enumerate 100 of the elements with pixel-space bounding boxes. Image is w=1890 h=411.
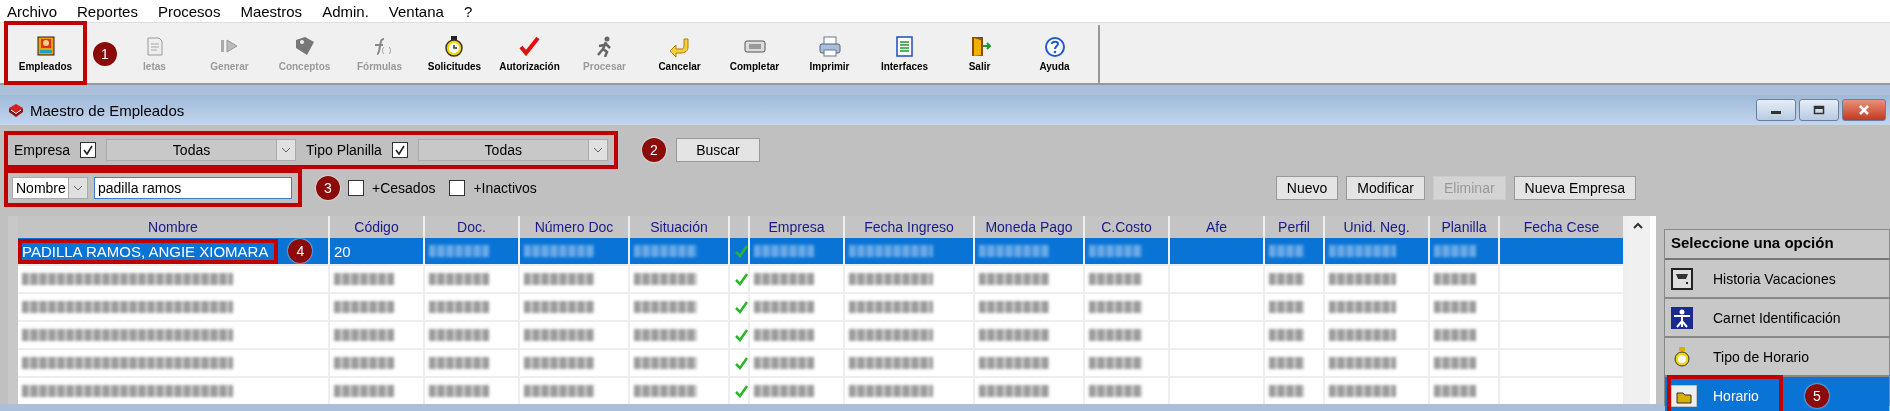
blurred-text — [1329, 301, 1396, 314]
blurred-text — [524, 273, 594, 286]
checkmark-icon — [734, 272, 748, 287]
blurred-text — [334, 301, 394, 314]
checkmark-icon — [734, 244, 748, 259]
blurred-text — [979, 357, 1049, 370]
blurred-text — [524, 245, 594, 258]
row-selection[interactable] — [18, 294, 330, 323]
checkbox[interactable] — [348, 180, 364, 197]
blurred-text — [1329, 357, 1396, 370]
row-selection[interactable] — [18, 378, 330, 404]
blurred-text — [334, 273, 394, 286]
scroll-up-icon[interactable] — [1631, 222, 1644, 231]
toolbar-button[interactable]: Solicitudes — [417, 25, 492, 81]
blurred-text — [429, 329, 489, 342]
blurred-text — [1434, 357, 1476, 370]
column-header[interactable]: Número Doc — [520, 216, 630, 239]
blurred-text — [429, 357, 489, 370]
toolbar-button[interactable]: Empleados — [8, 25, 83, 81]
checkbox-label: +Inactivos — [473, 180, 537, 197]
dropdown[interactable]: Todas — [106, 138, 297, 161]
toolbar-button[interactable]: Cancelar — [642, 25, 717, 81]
search-button[interactable]: Buscar — [676, 137, 760, 162]
blurred-text — [634, 245, 697, 258]
column-header[interactable]: Moneda Pago — [975, 216, 1085, 239]
toolbar-button[interactable]: Autorización — [492, 25, 567, 81]
column-header[interactable]: Fecha Ingreso — [845, 216, 975, 239]
blurred-text — [1329, 329, 1396, 342]
column-header[interactable]: Afe — [1170, 216, 1265, 239]
checkbox[interactable] — [80, 141, 97, 158]
column-header[interactable]: Planilla — [1430, 216, 1500, 239]
checkmark-icon — [517, 34, 542, 57]
close-icon — [1858, 105, 1870, 115]
blurred-text — [1089, 301, 1142, 314]
menu-item[interactable]: ? — [462, 2, 474, 20]
restore-button[interactable] — [1799, 99, 1839, 121]
blurred-text — [1269, 273, 1304, 286]
minimize-button[interactable] — [1756, 99, 1796, 121]
blurred-text — [754, 329, 814, 342]
checkbox[interactable] — [449, 180, 466, 197]
action-button[interactable]: Nuevo — [1275, 176, 1339, 201]
toolbar-button[interactable]: Interfaces — [867, 25, 942, 81]
menu-item[interactable]: Archivo — [6, 2, 59, 20]
option-item[interactable]: Horario 5 — [1665, 377, 1889, 411]
column-header[interactable] — [730, 216, 750, 239]
search-field[interactable]: padilla ramos — [94, 177, 292, 200]
column-header[interactable]: C.Costo — [1085, 216, 1170, 239]
blurred-text — [634, 329, 697, 342]
field-label: Tipo Planilla — [306, 141, 382, 158]
close-button[interactable] — [1842, 99, 1886, 121]
action-button[interactable]: Modificar — [1346, 176, 1426, 201]
column-header[interactable]: Perfil — [1265, 216, 1325, 239]
blurred-text — [634, 273, 697, 286]
blurred-text — [524, 301, 594, 314]
blurred-text — [1269, 301, 1304, 314]
checkmark-icon — [82, 143, 95, 156]
blurred-text — [979, 301, 1049, 314]
row-selection[interactable]: PADILLA RAMOS, ANGIE XIOMARA 4 — [18, 238, 330, 267]
blurred-text — [1434, 245, 1476, 258]
menu-item[interactable]: Admin. — [321, 2, 370, 20]
blurred-text — [1434, 385, 1476, 398]
column-header[interactable]: Doc. — [425, 216, 520, 239]
menu-item[interactable]: Procesos — [156, 2, 222, 20]
checkbox[interactable] — [391, 141, 408, 158]
blurred-text — [754, 385, 814, 398]
toolbar-button[interactable]: Ayuda — [1017, 25, 1092, 81]
menu-item[interactable]: Reportes — [76, 2, 139, 20]
column-header[interactable]: Empresa — [750, 216, 845, 239]
blurred-text — [1089, 245, 1142, 258]
blurred-text — [429, 301, 489, 314]
action-button[interactable]: Nueva Empresa — [1513, 176, 1636, 201]
dropdown[interactable]: Nombre — [12, 177, 88, 200]
callout-badge: 2 — [642, 137, 666, 162]
column-header[interactable]: Nombre — [18, 216, 330, 239]
window-title: Maestro de Empleados — [30, 101, 185, 119]
option-item[interactable]: Carnet Identificación — [1665, 299, 1889, 338]
blurred-text — [1434, 301, 1476, 314]
blurred-text — [1434, 329, 1476, 342]
column-header[interactable]: Situación — [630, 216, 730, 239]
column-header[interactable]: Código — [330, 216, 425, 239]
row-selection[interactable] — [18, 266, 330, 295]
toolbar-button[interactable]: Salir — [942, 25, 1017, 81]
printer-icon — [817, 34, 842, 57]
column-header[interactable]: Fecha Cese — [1500, 216, 1625, 239]
row-selection[interactable] — [18, 350, 330, 379]
toolbar-button[interactable]: Imprimir — [792, 25, 867, 81]
toolbar-button[interactable]: Completar — [717, 25, 792, 81]
scrollbar[interactable] — [1625, 216, 1650, 404]
panel-title: Seleccione una opción — [1665, 230, 1889, 260]
table-cell: 20 — [334, 242, 351, 260]
option-item[interactable]: Historia Vacaciones — [1665, 260, 1889, 299]
menu-item[interactable]: Ventana — [387, 2, 445, 20]
callout-badge: 5 — [1804, 383, 1829, 408]
checkmark-icon — [393, 143, 406, 156]
row-selection[interactable] — [18, 322, 330, 351]
blurred-text — [1329, 385, 1396, 398]
dropdown[interactable]: Todas — [417, 138, 608, 161]
column-header[interactable]: Unid. Neg. — [1325, 216, 1430, 239]
table-cell: PADILLA RAMOS, ANGIE XIOMARA — [18, 238, 279, 264]
menu-item[interactable]: Maestros — [239, 2, 304, 20]
